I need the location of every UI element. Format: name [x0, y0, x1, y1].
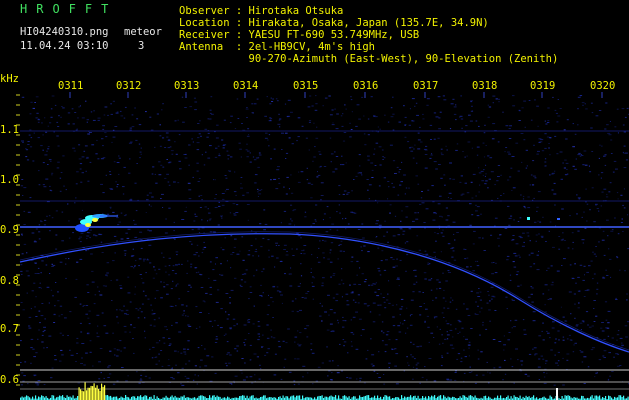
drift-signal-curve: [19, 233, 629, 353]
histogram-spike: [556, 388, 558, 400]
time-tick-label: 0318: [472, 80, 498, 92]
time-tick-label: 0319: [530, 80, 556, 92]
time-tick-label: 0317: [413, 80, 439, 92]
meteor-echo: [75, 214, 108, 232]
info-observer: Observer : Hirotaka Otsuka: [179, 5, 344, 17]
time-tick-label: 0313: [174, 80, 200, 92]
time-tick-label: 0311: [58, 80, 84, 92]
time-tick-label: 0315: [293, 80, 319, 92]
freq-tick-label: 0.7: [0, 323, 19, 335]
station-name: HROFFT: [20, 2, 118, 16]
time-tick-label: 0316: [353, 80, 379, 92]
freq-tick-label: 0.9: [0, 224, 19, 236]
freq-tick-label: 1.0: [0, 174, 19, 186]
filename: HI04240310.png: [20, 26, 109, 38]
freq-tick-label: 0.6: [0, 374, 19, 386]
time-tick-label: 0312: [116, 80, 142, 92]
freq-unit-label: kHz: [0, 73, 19, 85]
info-receiver: Receiver : YAESU FT-690 53.749MHz, USB: [179, 29, 420, 41]
small-echo: [527, 217, 530, 220]
noise-field: [20, 95, 629, 386]
meteor-label: meteor: [124, 26, 162, 38]
freq-tick-label: 1.1: [0, 124, 19, 136]
time-tick-label: 0320: [590, 80, 616, 92]
info-antenna: Antenna : 2el-HB9CV, 4m's high: [179, 41, 375, 53]
time-tick-label: 0314: [233, 80, 259, 92]
datetime: 11.04.24 03:10: [20, 40, 109, 52]
freq-tick-label: 0.8: [0, 275, 19, 287]
info-antenna-orientation: 90-270-Azimuth (East-West), 90-Elevation…: [179, 53, 559, 65]
info-location: Location : Hirakata, Osaka, Japan (135.7…: [179, 17, 489, 29]
meteor-count: 3: [138, 40, 145, 52]
power-histogram: [20, 382, 629, 400]
small-echo: [557, 218, 560, 220]
drift-signal-curve: [19, 231, 629, 351]
